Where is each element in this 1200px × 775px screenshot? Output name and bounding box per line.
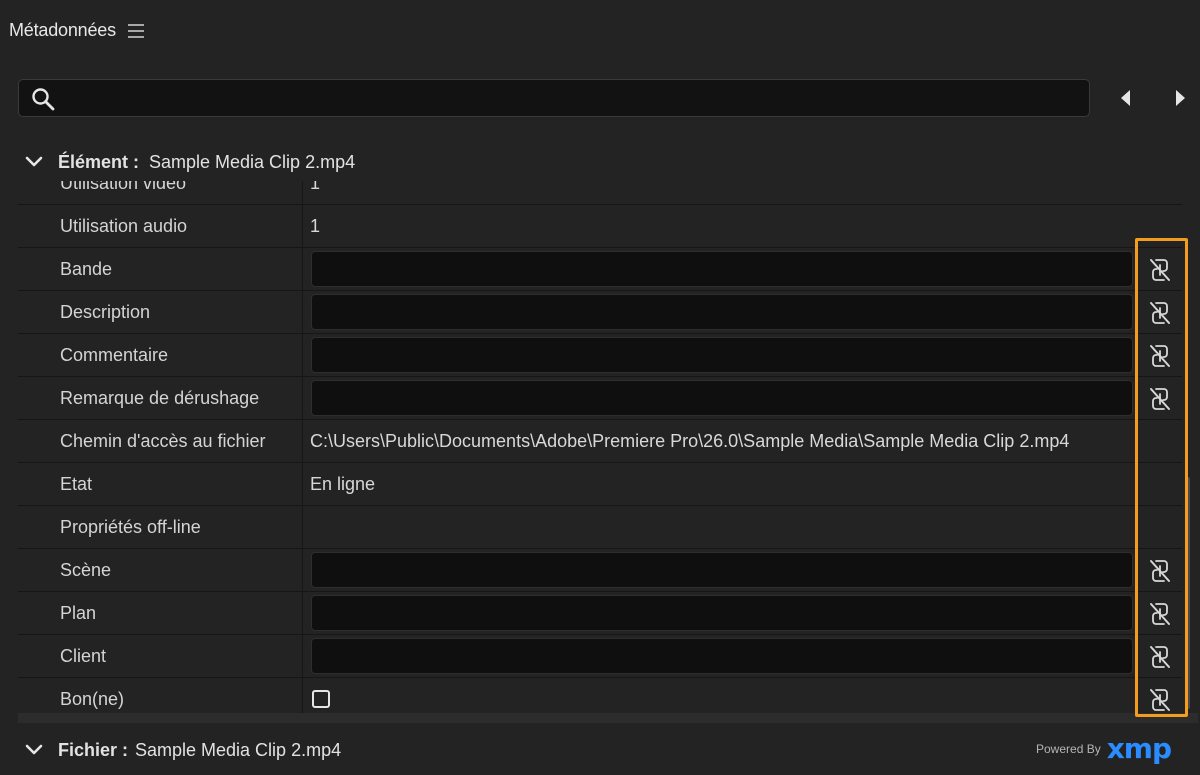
row-label: Utilisation audio xyxy=(60,216,188,236)
row-value: 1 xyxy=(310,216,321,236)
row-label: Etat xyxy=(60,474,93,494)
client-field[interactable] xyxy=(311,638,1133,674)
unlink-icon[interactable] xyxy=(1148,343,1172,369)
table-row: Scène xyxy=(18,549,1182,592)
table-row: Bande xyxy=(18,248,1182,291)
table-row: Utilisation audio 1 xyxy=(18,205,1182,248)
row-label: Remarque de dérushage xyxy=(60,388,260,408)
status-value: En ligne xyxy=(310,474,376,494)
search-box[interactable] xyxy=(18,79,1090,117)
table-row: Remarque de dérushage xyxy=(18,377,1182,420)
row-label: Commentaire xyxy=(60,345,169,365)
row-label: Propriétés off-line xyxy=(60,517,201,537)
triangle-left-icon[interactable] xyxy=(1116,88,1136,108)
triangle-right-icon[interactable] xyxy=(1170,88,1190,108)
unlink-icon[interactable] xyxy=(1148,386,1172,412)
row-label: Utilisation vidéo xyxy=(60,181,187,193)
row-value: 1 xyxy=(310,181,321,193)
row-label: Bon(ne) xyxy=(60,689,125,709)
panel-title[interactable]: Métadonnées xyxy=(9,20,116,41)
table-bottom-edge xyxy=(18,713,1198,723)
file-path-value: C:\Users\Public\Documents\Adobe\Premiere… xyxy=(310,431,1070,451)
bande-field[interactable] xyxy=(311,251,1133,287)
search-input[interactable] xyxy=(67,80,1077,116)
file-section-label: Fichier : xyxy=(58,739,129,760)
search-icon xyxy=(32,88,55,111)
table-row: Propriétés off-line xyxy=(18,506,1182,549)
commentaire-field[interactable] xyxy=(311,337,1133,373)
element-section-label: Élément : xyxy=(58,151,140,172)
unlink-icon[interactable] xyxy=(1148,687,1172,713)
powered-by-xmp: Powered By xmp xyxy=(1036,732,1172,765)
table-row: Plan xyxy=(18,592,1182,635)
scrollbar[interactable] xyxy=(1186,477,1190,709)
row-label: Client xyxy=(60,646,107,666)
row-label: Bande xyxy=(60,259,113,279)
panel-header: Métadonnées xyxy=(0,0,1200,60)
chevron-down-icon[interactable] xyxy=(25,155,43,169)
row-label: Scène xyxy=(60,560,112,580)
table-row: Bon(ne) xyxy=(18,678,1182,713)
table-row: Client xyxy=(18,635,1182,678)
description-field[interactable] xyxy=(311,294,1133,330)
row-label: Chemin d'accès au fichier xyxy=(60,431,266,451)
bon-checkbox[interactable] xyxy=(312,690,330,708)
xmp-logo: xmp xyxy=(1106,732,1172,765)
plan-field[interactable] xyxy=(311,595,1133,631)
metadata-table: Utilisation vidéo 1 Utilisation audio 1 … xyxy=(18,181,1198,713)
row-label: Description xyxy=(60,302,151,322)
table-row: Etat En ligne xyxy=(18,463,1182,506)
table-row: Utilisation vidéo 1 xyxy=(18,181,1182,205)
element-section-value: Sample Media Clip 2.mp4 xyxy=(149,151,356,172)
table-row: Description xyxy=(18,291,1182,334)
element-section-header[interactable]: Élément : Sample Media Clip 2.mp4 xyxy=(0,142,1200,182)
unlink-icon[interactable] xyxy=(1148,257,1172,283)
table-row: Commentaire xyxy=(18,334,1182,377)
powered-by-text: Powered By xyxy=(1036,742,1101,756)
chevron-down-icon[interactable] xyxy=(25,743,43,757)
unlink-icon[interactable] xyxy=(1148,601,1172,627)
file-section-header[interactable]: Fichier : Sample Media Clip 2.mp4 xyxy=(0,730,1200,770)
remarque-field[interactable] xyxy=(311,380,1133,416)
scene-field[interactable] xyxy=(311,552,1133,588)
row-label: Plan xyxy=(60,603,97,623)
unlink-icon[interactable] xyxy=(1148,558,1172,584)
table-row: Chemin d'accès au fichier C:\Users\Publi… xyxy=(18,420,1182,463)
unlink-icon[interactable] xyxy=(1148,300,1172,326)
unlink-icon[interactable] xyxy=(1148,644,1172,670)
file-section-value: Sample Media Clip 2.mp4 xyxy=(135,739,342,760)
hamburger-menu-icon[interactable] xyxy=(127,24,144,38)
